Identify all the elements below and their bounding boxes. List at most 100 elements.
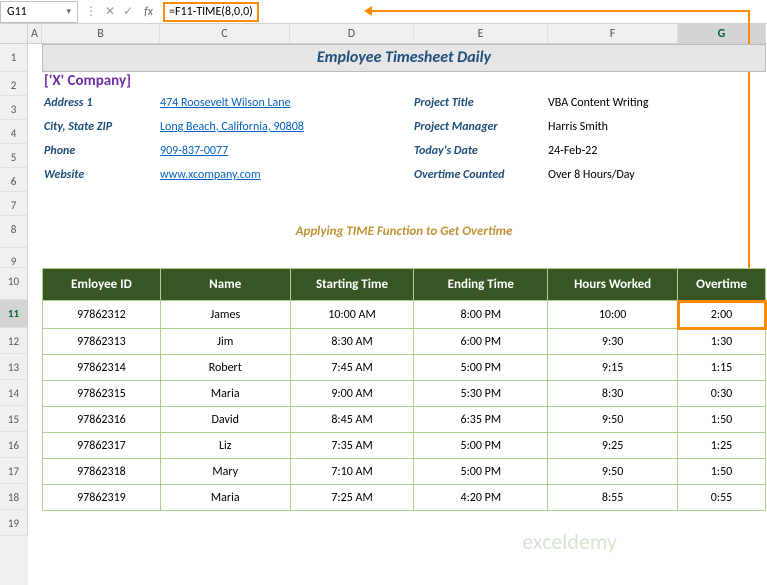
table-cell[interactable]: Liz: [160, 433, 290, 459]
table-cell[interactable]: 7:35 AM: [290, 433, 414, 459]
website-value[interactable]: www.xcompany.com: [160, 168, 414, 192]
table-cell[interactable]: James: [160, 301, 290, 329]
table-cell[interactable]: 1:25: [678, 433, 766, 459]
col-header-E[interactable]: E: [414, 24, 548, 43]
row-header[interactable]: 3: [0, 96, 28, 120]
table-cell[interactable]: 1:50: [678, 407, 766, 433]
pm-label[interactable]: Project Manager: [414, 120, 548, 144]
name-box[interactable]: G11 ▾: [0, 1, 78, 23]
row-header[interactable]: 6: [0, 168, 28, 192]
table-cell[interactable]: 97862312: [43, 301, 161, 329]
table-cell[interactable]: 97862313: [43, 329, 161, 355]
row-header[interactable]: 10: [0, 268, 28, 300]
table-cell[interactable]: 5:00 PM: [414, 459, 548, 485]
table-cell[interactable]: 9:25: [548, 433, 678, 459]
table-cell[interactable]: 7:25 AM: [290, 485, 414, 511]
table-cell[interactable]: 10:00: [548, 301, 678, 329]
table-cell[interactable]: 1:30: [678, 329, 766, 355]
row-header[interactable]: 2: [0, 72, 28, 96]
row-header[interactable]: 16: [0, 432, 28, 458]
row-header[interactable]: 5: [0, 144, 28, 168]
overtime-value[interactable]: Over 8 Hours/Day: [548, 168, 766, 192]
address-value[interactable]: 474 Roosevelt Wilson Lane: [160, 96, 414, 120]
row-header[interactable]: 15: [0, 406, 28, 432]
table-cell[interactable]: 2:00: [678, 301, 766, 329]
table-cell[interactable]: 97862317: [43, 433, 161, 459]
row-header[interactable]: 1: [0, 44, 28, 72]
table-cell[interactable]: 0:30: [678, 381, 766, 407]
cancel-icon[interactable]: ✕: [102, 4, 118, 19]
page-title[interactable]: Employee Timesheet Daily: [42, 44, 766, 72]
row-header[interactable]: 18: [0, 484, 28, 510]
select-all-corner[interactable]: [0, 24, 28, 43]
table-cell[interactable]: Robert: [160, 355, 290, 381]
col-header-F[interactable]: F: [548, 24, 678, 43]
table-cell[interactable]: 0:55: [678, 485, 766, 511]
table-cell[interactable]: 8:55: [548, 485, 678, 511]
table-cell[interactable]: 97862319: [43, 485, 161, 511]
table-cell[interactable]: Mary: [160, 459, 290, 485]
table-cell[interactable]: 5:00 PM: [414, 433, 548, 459]
table-cell[interactable]: 4:20 PM: [414, 485, 548, 511]
col-employee-id[interactable]: Emloyee ID: [43, 269, 161, 301]
table-cell[interactable]: 97862315: [43, 381, 161, 407]
col-end[interactable]: Ending Time: [414, 269, 548, 301]
table-cell[interactable]: 97862318: [43, 459, 161, 485]
date-value[interactable]: 24-Feb-22: [548, 144, 766, 168]
date-label[interactable]: Today's Date: [414, 144, 548, 168]
col-header-D[interactable]: D: [290, 24, 414, 43]
table-cell[interactable]: 8:00 PM: [414, 301, 548, 329]
table-cell[interactable]: Maria: [160, 381, 290, 407]
table-cell[interactable]: 7:10 AM: [290, 459, 414, 485]
col-header-G[interactable]: G: [678, 24, 766, 43]
project-title-value[interactable]: VBA Content Writing: [548, 96, 766, 120]
table-cell[interactable]: 8:45 AM: [290, 407, 414, 433]
table-cell[interactable]: Jim: [160, 329, 290, 355]
table-cell[interactable]: 1:15: [678, 355, 766, 381]
chevron-down-icon[interactable]: ▾: [66, 6, 71, 17]
website-label[interactable]: Website: [42, 168, 160, 192]
col-header-B[interactable]: B: [42, 24, 160, 43]
project-title-label[interactable]: Project Title: [414, 96, 548, 120]
row-header[interactable]: 11: [0, 300, 28, 328]
row-header[interactable]: 14: [0, 380, 28, 406]
row-header[interactable]: 12: [0, 328, 28, 354]
overtime-label[interactable]: Overtime Counted: [414, 168, 548, 192]
address-label[interactable]: Address 1: [42, 96, 160, 120]
table-cell[interactable]: 97862316: [43, 407, 161, 433]
table-cell[interactable]: 9:50: [548, 459, 678, 485]
table-cell[interactable]: 9:00 AM: [290, 381, 414, 407]
col-name[interactable]: Name: [160, 269, 290, 301]
table-cell[interactable]: 5:00 PM: [414, 355, 548, 381]
enter-icon[interactable]: ✓: [120, 4, 136, 19]
table-cell[interactable]: 5:30 PM: [414, 381, 548, 407]
table-cell[interactable]: 8:30 AM: [290, 329, 414, 355]
table-cell[interactable]: 97862314: [43, 355, 161, 381]
table-cell[interactable]: 6:00 PM: [414, 329, 548, 355]
row-header[interactable]: 7: [0, 192, 28, 216]
table-cell[interactable]: 7:45 AM: [290, 355, 414, 381]
table-cell[interactable]: David: [160, 407, 290, 433]
phone-value[interactable]: 909-837-0077: [160, 144, 414, 168]
fx-icon[interactable]: fx: [140, 5, 157, 19]
row-header[interactable]: 17: [0, 458, 28, 484]
subtitle[interactable]: Applying TIME Function to Get Overtime: [42, 216, 766, 248]
table-cell[interactable]: 1:50: [678, 459, 766, 485]
row-header[interactable]: 9: [0, 248, 28, 268]
company-name[interactable]: ['X' Company]: [44, 72, 131, 90]
pm-value[interactable]: Harris Smith: [548, 120, 766, 144]
col-start[interactable]: Starting Time: [290, 269, 414, 301]
phone-label[interactable]: Phone: [42, 144, 160, 168]
table-cell[interactable]: 9:30: [548, 329, 678, 355]
table-cell[interactable]: 9:15: [548, 355, 678, 381]
table-cell[interactable]: Maria: [160, 485, 290, 511]
col-overtime[interactable]: Overtime: [678, 269, 766, 301]
col-hours[interactable]: Hours Worked: [548, 269, 678, 301]
table-cell[interactable]: 8:30: [548, 381, 678, 407]
col-header-C[interactable]: C: [160, 24, 290, 43]
spreadsheet-grid[interactable]: Employee Timesheet Daily ['X' Company] A…: [28, 44, 767, 585]
city-value[interactable]: Long Beach, California, 90808: [160, 120, 414, 144]
row-header[interactable]: 8: [0, 216, 28, 248]
row-header[interactable]: 13: [0, 354, 28, 380]
table-cell[interactable]: 9:50: [548, 407, 678, 433]
